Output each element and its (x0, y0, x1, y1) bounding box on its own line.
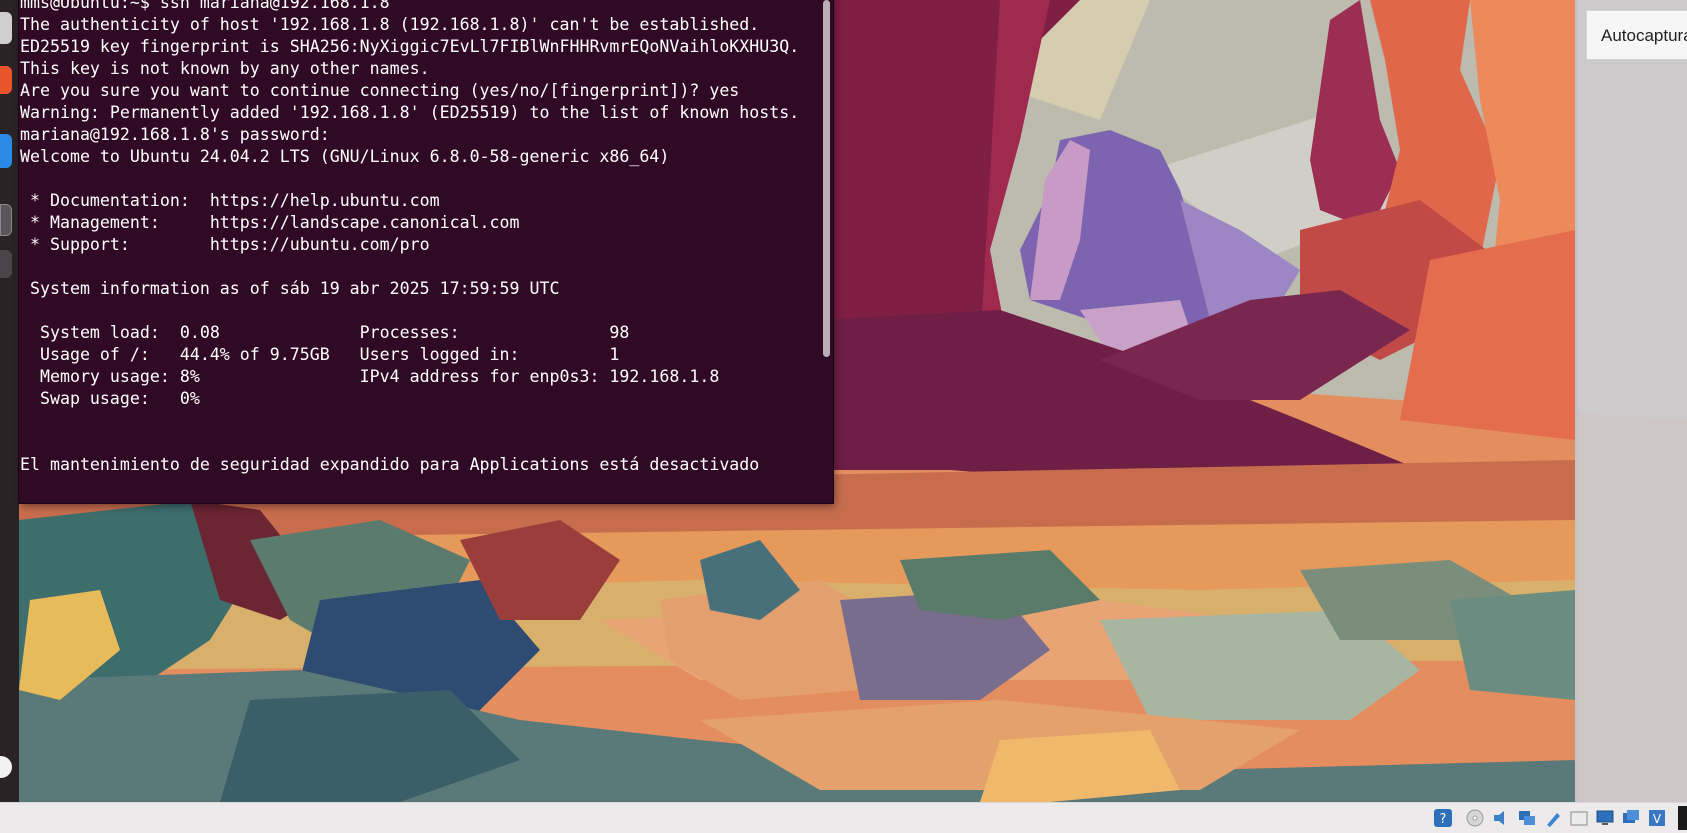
terminal-line: Usage of /: 44.4% of 9.75GB Users logged… (20, 345, 620, 364)
terminal-scrollbar[interactable] (823, 0, 830, 357)
terminal-line: mms@Ubuntu:~$ ssh mariana@192.168.1.8 (20, 0, 390, 12)
snipping-tool-window: Autocaptura (1575, 0, 1687, 802)
optical-drive-icon[interactable] (1465, 808, 1485, 828)
host-key-indicator (1678, 806, 1687, 830)
terminal-line: El mantenimiento de seguridad expandido … (20, 455, 760, 474)
terminal-line: * Documentation: https://help.ubuntu.com (20, 191, 440, 210)
dock-app-generic-icon[interactable] (0, 250, 12, 278)
dock-app-show-apps-icon[interactable] (0, 756, 12, 778)
terminal-line: Swap usage: 0% (20, 389, 200, 408)
virtualbox-icon[interactable]: V (1647, 808, 1667, 828)
svg-text:V: V (1653, 812, 1662, 826)
autocaptura-button[interactable]: Autocaptura (1586, 10, 1687, 60)
recording-icon[interactable] (1621, 808, 1641, 828)
terminal-output: mms@Ubuntu:~$ ssh mariana@192.168.1.8 Th… (20, 0, 799, 476)
terminal-line: Are you sure you want to continue connec… (20, 81, 740, 100)
terminal-line: Warning: Permanently added '192.168.1.8'… (20, 103, 800, 122)
audio-icon[interactable] (1491, 808, 1511, 828)
terminal-line: System information as of sáb 19 abr 2025… (20, 279, 560, 298)
terminal-line: Welcome to Ubuntu 24.04.2 LTS (GNU/Linux… (20, 147, 670, 166)
terminal-line: ED25519 key fingerprint is SHA256:NyXigg… (20, 37, 800, 56)
terminal-line: The authenticity of host '192.168.1.8 (1… (20, 15, 760, 34)
dock-app-files-icon[interactable] (0, 12, 12, 44)
svg-text:?: ? (1440, 812, 1447, 827)
ubuntu-dock (0, 0, 19, 802)
terminal-line: This key is not known by any other names… (20, 59, 430, 78)
terminal-line: Memory usage: 8% IPv4 address for enp0s3… (20, 367, 720, 386)
virtualbox-status-bar: ? V (0, 802, 1687, 833)
terminal-line: * Support: https://ubuntu.com/pro (20, 235, 430, 254)
terminal-line: * Management: https://landscape.canonica… (20, 213, 520, 232)
usb-icon[interactable] (1543, 808, 1563, 828)
dock-app-window-icon[interactable] (0, 204, 12, 236)
dock-app-thunderbird-icon[interactable] (0, 134, 12, 168)
network-icon[interactable] (1517, 808, 1537, 828)
terminal-line: mariana@192.168.1.8's password: (20, 125, 330, 144)
terminal-window[interactable]: mms@Ubuntu:~$ ssh mariana@192.168.1.8 Th… (19, 0, 833, 503)
shared-folders-icon[interactable] (1569, 808, 1589, 828)
display-icon[interactable] (1595, 808, 1615, 828)
desktop: mms@Ubuntu:~$ ssh mariana@192.168.1.8 Th… (0, 0, 1687, 802)
dock-app-ubuntu-software-icon[interactable] (0, 66, 12, 94)
terminal-line: System load: 0.08 Processes: 98 (20, 323, 630, 342)
help-icon[interactable]: ? (1433, 808, 1453, 828)
